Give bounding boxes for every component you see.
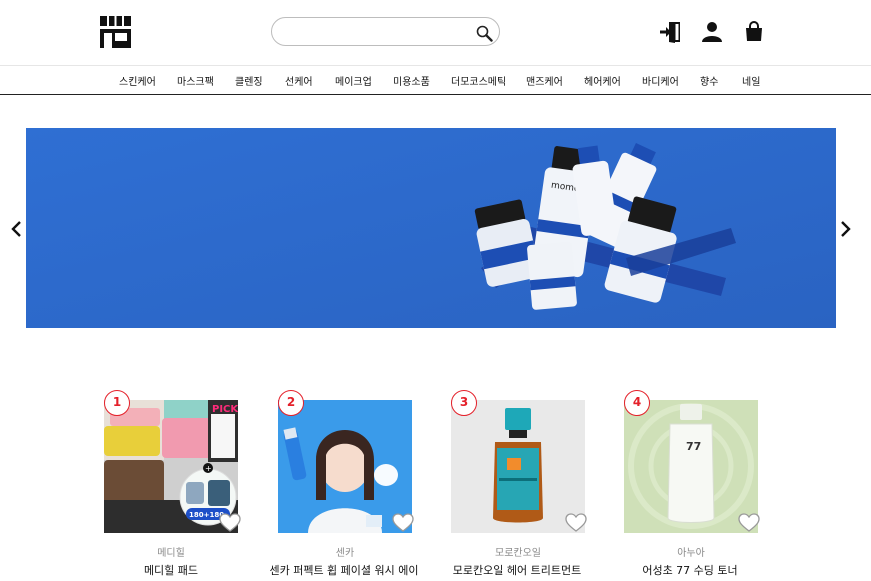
chevron-right-icon[interactable]: [838, 220, 852, 238]
nav-item-skincare[interactable]: 스킨케어: [119, 73, 156, 88]
banner-product-image: momentum: [26, 128, 836, 328]
nav-item-nail[interactable]: 네일: [742, 73, 760, 88]
chevron-left-icon[interactable]: [10, 220, 24, 238]
svg-text:+: +: [205, 464, 212, 473]
product-2-brand: 센카: [335, 548, 355, 559]
product-1-pick-sticker: PICK: [212, 404, 238, 415]
rank-badge-2: 2: [278, 390, 304, 416]
search-input[interactable]: [286, 22, 476, 42]
product-4-name[interactable]: 어성초 77 수딩 토너: [615, 562, 765, 578]
nav-item-suncare[interactable]: 선케어: [285, 73, 313, 88]
store-icon[interactable]: [99, 15, 132, 48]
search-icon[interactable]: [476, 25, 493, 42]
header: [0, 0, 871, 66]
heart-icon[interactable]: [392, 513, 414, 533]
product-3-name[interactable]: 모로칸오일 헤어 트리트먼트: [442, 562, 592, 578]
heart-icon[interactable]: [565, 513, 587, 533]
nav-item-perfume[interactable]: 향수: [700, 73, 718, 88]
heart-icon[interactable]: [219, 513, 241, 533]
product-image-1[interactable]: + 180+180 PICK: [104, 400, 238, 533]
nav-item-beauty-tools[interactable]: 미용소품: [393, 73, 430, 88]
product-4-label-number: 77: [686, 440, 701, 453]
product-2-name[interactable]: 센카 퍼펙트 휩 페이셜 워시 에이: [269, 562, 419, 578]
nav-item-dermocosmetic[interactable]: 더모코스메틱: [451, 73, 506, 88]
shopping-bag-icon[interactable]: [743, 21, 765, 43]
rank-badge-1: 1: [104, 390, 130, 416]
promo-banner[interactable]: momentum: [26, 128, 836, 328]
search-box: [271, 17, 500, 46]
login-icon[interactable]: [659, 21, 681, 43]
user-icon[interactable]: [701, 21, 723, 43]
product-1-brand: 메디힐: [157, 548, 185, 559]
nav-item-maskpack[interactable]: 마스크팩: [177, 73, 214, 88]
product-4-brand: 아누아: [677, 548, 705, 559]
product-3-brand: 모로칸오일: [495, 548, 541, 559]
nav-item-menscare[interactable]: 맨즈케어: [526, 73, 563, 88]
nav-item-haircare[interactable]: 헤어케어: [584, 73, 621, 88]
rank-badge-4: 4: [624, 390, 650, 416]
nav-item-makeup[interactable]: 메이크업: [335, 73, 372, 88]
category-nav: 스킨케어 마스크팩 클렌징 선케어 메이크업 미용소품 더모코스메틱 맨즈케어 …: [0, 65, 871, 95]
nav-item-bodycare[interactable]: 바디케어: [642, 73, 679, 88]
heart-icon[interactable]: [738, 513, 760, 533]
product-1-name[interactable]: 메디힐 패드: [96, 562, 246, 578]
nav-item-cleansing[interactable]: 클렌징: [235, 73, 263, 88]
rank-badge-3: 3: [451, 390, 477, 416]
